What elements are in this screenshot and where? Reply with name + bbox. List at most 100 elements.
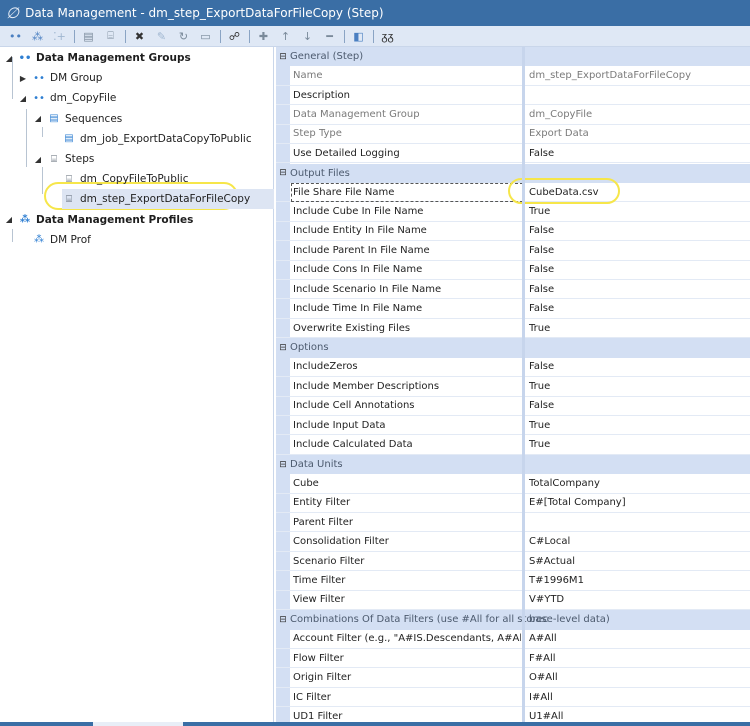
tree-item[interactable]: ⁂ DM Prof: [18, 230, 91, 250]
property-row[interactable]: Use Detailed Logging False: [276, 144, 750, 164]
property-row[interactable]: Account Filter (e.g., "A#IS.Descendants,…: [276, 630, 750, 649]
property-row[interactable]: Description: [276, 86, 750, 106]
tree-item[interactable]: ⌸ dm_CopyFileToPublic: [48, 169, 188, 189]
property-row[interactable]: Flow Filter F#All: [276, 649, 750, 669]
collapse-icon[interactable]: ⊟: [276, 460, 290, 470]
property-row[interactable]: Include Entity In File Name False: [276, 222, 750, 242]
property-row[interactable]: Parent Filter: [276, 513, 750, 533]
property-row[interactable]: Include Scenario In File Name False: [276, 280, 750, 300]
tree-item-label: dm_job_ExportDataCopyToPublic: [80, 132, 252, 145]
step-button[interactable]: ⌸: [101, 28, 120, 45]
column-splitter[interactable]: [522, 47, 525, 722]
tree-item[interactable]: ◢ ⁂ Data Management Profiles: [4, 210, 193, 230]
move-up-button[interactable]: ↑: [276, 28, 295, 45]
add-group-button[interactable]: ⁚+: [50, 28, 69, 45]
property-row[interactable]: Overwrite Existing Files True: [276, 319, 750, 339]
property-value[interactable]: True: [529, 206, 550, 217]
view-button[interactable]: ᵹᵹ: [378, 28, 397, 45]
add-button[interactable]: ✚: [254, 28, 273, 45]
category-row[interactable]: ⊟ General (Step): [276, 47, 750, 67]
property-row[interactable]: IncludeZeros False: [276, 358, 750, 378]
tree-item[interactable]: ⌸ dm_step_ExportDataForFileCopy: [62, 189, 274, 210]
group-icon: ••: [33, 92, 45, 104]
property-row[interactable]: Data Management Group dm_CopyFile: [276, 105, 750, 125]
remove-button[interactable]: ━: [320, 28, 339, 45]
property-value[interactable]: False: [529, 148, 554, 159]
collapse-icon[interactable]: ⊟: [276, 168, 290, 178]
property-row[interactable]: IC Filter I#All: [276, 688, 750, 708]
collapse-icon[interactable]: ⊟: [276, 52, 290, 62]
property-row[interactable]: Consolidation Filter C#Local: [276, 533, 750, 552]
edit-button[interactable]: ✎: [152, 28, 171, 45]
collapse-arrow-icon[interactable]: ◢: [33, 114, 43, 123]
property-row[interactable]: Include Cube In File Name True: [276, 202, 750, 222]
property-value[interactable]: True: [529, 381, 550, 392]
property-value[interactable]: False: [529, 245, 554, 256]
property-value[interactable]: False: [529, 225, 554, 236]
search-button[interactable]: ☍: [225, 28, 244, 45]
tree-item[interactable]: ◢ ▤ Sequences: [33, 109, 122, 129]
move-down-button[interactable]: ↓: [298, 28, 317, 45]
property-value[interactable]: A#All: [529, 633, 557, 644]
property-row[interactable]: Name dm_step_ExportDataForFileCopy: [276, 66, 750, 86]
property-row[interactable]: Include Cell Annotations False: [276, 397, 750, 416]
tree-item[interactable]: ◢ •• dm_CopyFile: [18, 88, 116, 108]
delete-icon: ✖: [134, 29, 145, 43]
category-row[interactable]: ⊟ Options: [276, 338, 750, 358]
property-value[interactable]: E#[Total Company]: [529, 497, 626, 508]
property-row[interactable]: Include Input Data True: [276, 416, 750, 436]
property-row[interactable]: Step Type Export Data: [276, 125, 750, 145]
open-button[interactable]: ◧: [349, 28, 368, 45]
property-value[interactable]: F#All: [529, 653, 556, 664]
property-row[interactable]: Include Member Descriptions True: [276, 377, 750, 397]
property-value[interactable]: I#All: [529, 692, 553, 703]
refresh-button[interactable]: ↻: [174, 28, 193, 45]
property-row[interactable]: Include Time In File Name False: [276, 299, 750, 319]
property-value[interactable]: S#Actual: [529, 556, 575, 567]
property-row[interactable]: Cube TotalCompany: [276, 474, 750, 494]
property-value[interactable]: True: [529, 420, 550, 431]
property-row[interactable]: Include Cons In File Name False: [276, 261, 750, 280]
property-value[interactable]: False: [529, 303, 554, 314]
property-value[interactable]: False: [529, 284, 554, 295]
property-value[interactable]: False: [529, 264, 554, 275]
collapse-arrow-icon[interactable]: ◢: [4, 54, 14, 63]
property-row[interactable]: Time Filter T#1996M1: [276, 571, 750, 591]
collapse-arrow-icon[interactable]: ◢: [4, 215, 14, 224]
property-value[interactable]: True: [529, 323, 550, 334]
property-value[interactable]: C#Local: [529, 536, 570, 547]
property-value[interactable]: True: [529, 439, 550, 450]
profiles-button[interactable]: ⁂: [28, 28, 47, 45]
property-row[interactable]: Origin Filter O#All: [276, 668, 750, 688]
tree-item[interactable]: ▤ dm_job_ExportDataCopyToPublic: [48, 129, 252, 149]
property-row[interactable]: View Filter V#YTD: [276, 591, 750, 611]
category-row[interactable]: ⊟ Combinations Of Data Filters (use #All …: [276, 610, 750, 630]
property-row[interactable]: Include Calculated Data True: [276, 435, 750, 455]
collapse-arrow-icon[interactable]: ◢: [33, 155, 43, 164]
delete-button[interactable]: ✖: [130, 28, 149, 45]
sequence-button[interactable]: ▤: [79, 28, 98, 45]
tree-item[interactable]: ◢ •• Data Management Groups: [4, 48, 191, 68]
collapse-icon[interactable]: ⊟: [276, 615, 290, 625]
property-label: Include Cube In File Name: [293, 206, 424, 218]
tree-item[interactable]: ▶ •• DM Group: [18, 68, 103, 88]
property-value[interactable]: False: [529, 361, 554, 372]
category-row[interactable]: ⊟ Data Units: [276, 454, 750, 475]
collapse-arrow-icon[interactable]: ◢: [18, 94, 28, 103]
property-value[interactable]: TotalCompany: [529, 478, 600, 489]
property-row[interactable]: Entity Filter E#[Total Company]: [276, 494, 750, 514]
property-value[interactable]: False: [529, 400, 554, 411]
property-value[interactable]: U1#All: [529, 711, 563, 722]
collapse-icon[interactable]: ⊟: [276, 343, 290, 353]
expand-arrow-icon[interactable]: ▶: [18, 74, 28, 83]
property-value[interactable]: O#All: [529, 672, 558, 683]
tree-item[interactable]: ◢ ⌸ Steps: [33, 149, 94, 169]
property-value[interactable]: V#YTD: [529, 594, 564, 605]
property-row[interactable]: Scenario Filter S#Actual: [276, 552, 750, 572]
bottom-tab[interactable]: [93, 722, 183, 726]
property-row[interactable]: File Share File Name CubeData.csv: [276, 177, 750, 204]
save-button[interactable]: ▭: [196, 28, 215, 45]
property-row[interactable]: Include Parent In File Name False: [276, 241, 750, 261]
groups-button[interactable]: ••: [6, 28, 25, 45]
property-value[interactable]: T#1996M1: [529, 575, 584, 586]
